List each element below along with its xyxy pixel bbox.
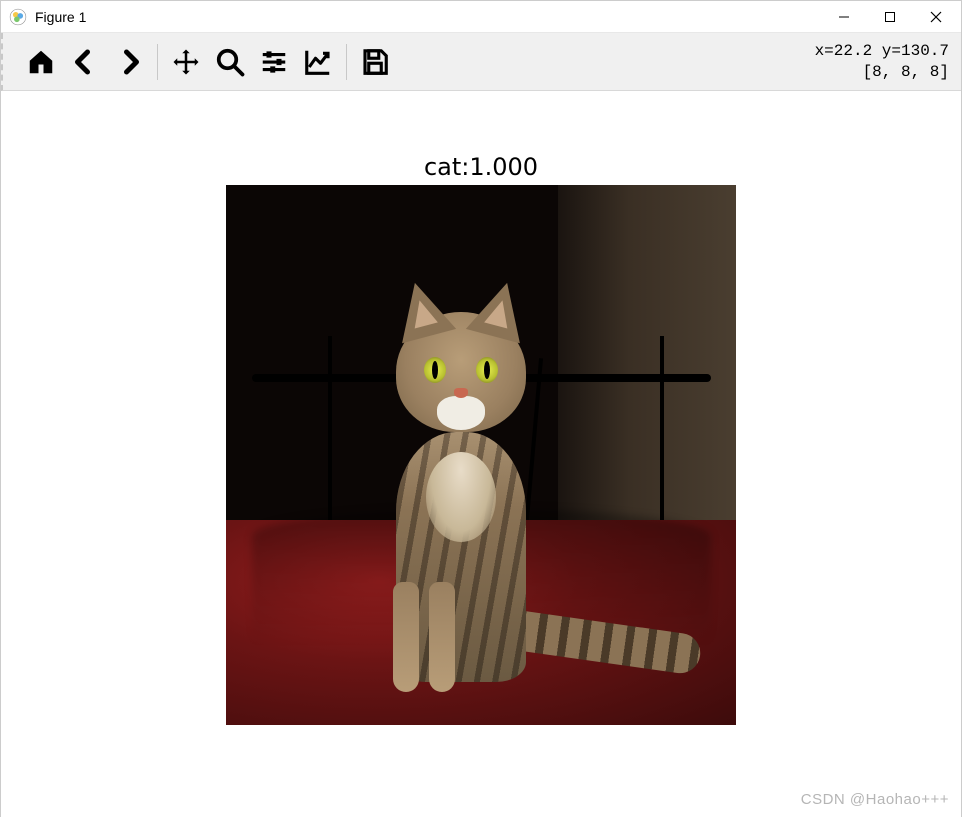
plot-title: cat:1.000 [1, 153, 961, 181]
zoom-icon [215, 47, 245, 77]
edit-axes-button[interactable] [296, 40, 340, 84]
home-icon [26, 47, 56, 77]
sliders-icon [259, 47, 289, 77]
forward-button[interactable] [107, 40, 151, 84]
save-button[interactable] [353, 40, 397, 84]
arrow-left-icon [70, 47, 100, 77]
figure-canvas[interactable]: cat:1.000 CSDN @Haohao+++ [1, 91, 961, 818]
pan-button[interactable] [164, 40, 208, 84]
chart-line-icon [303, 47, 333, 77]
app-icon [9, 8, 27, 26]
cursor-status: x=22.2 y=130.7 [8, 8, 8] [815, 41, 951, 83]
back-button[interactable] [63, 40, 107, 84]
cursor-pixel-value: [8, 8, 8] [815, 62, 949, 83]
zoom-button[interactable] [208, 40, 252, 84]
plot-image [226, 185, 736, 725]
cursor-coords: x=22.2 y=130.7 [815, 41, 949, 62]
window-titlebar: Figure 1 [1, 1, 961, 33]
move-icon [171, 47, 201, 77]
home-button[interactable] [19, 40, 63, 84]
toolbar-separator [346, 44, 347, 80]
watermark: CSDN @Haohao+++ [801, 791, 949, 808]
maximize-button[interactable] [867, 1, 913, 33]
configure-subplots-button[interactable] [252, 40, 296, 84]
close-button[interactable] [913, 1, 959, 33]
matplotlib-toolbar: x=22.2 y=130.7 [8, 8, 8] [1, 33, 961, 91]
save-icon [360, 47, 390, 77]
window-title: Figure 1 [35, 9, 86, 25]
arrow-right-icon [114, 47, 144, 77]
toolbar-separator [157, 44, 158, 80]
minimize-button[interactable] [821, 1, 867, 33]
